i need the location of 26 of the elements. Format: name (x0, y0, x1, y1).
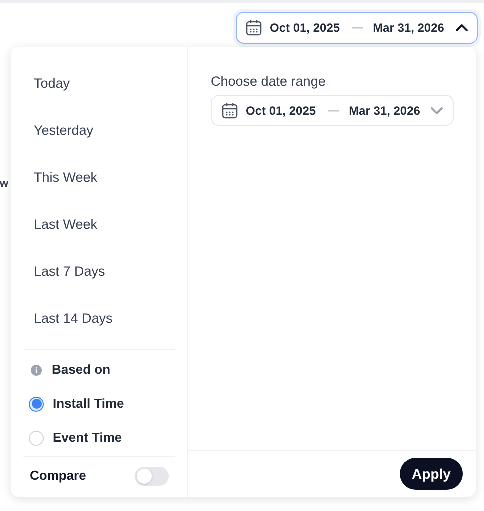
range-separator: — (328, 104, 340, 118)
preset-option[interactable]: Last 7 Days (21, 255, 177, 289)
preset-option[interactable]: Today (21, 67, 177, 101)
radio-label: Install Time (53, 395, 124, 414)
compare-toggle[interactable] (135, 466, 169, 486)
info-icon (31, 364, 42, 376)
based-on-label: Based on (52, 361, 111, 380)
date-range-field[interactable]: Oct 01, 2025 — Mar 31, 2026 (236, 12, 478, 44)
compare-label: Compare (30, 467, 86, 486)
radio-label: Event Time (53, 429, 122, 448)
end-date: Mar 31, 2026 (349, 102, 420, 120)
range-separator: — (352, 20, 364, 36)
end-date: Mar 31, 2026 (373, 20, 444, 37)
range-title: Choose date range (211, 73, 327, 91)
radio-button[interactable] (29, 396, 44, 412)
apply-button[interactable]: Apply (400, 458, 463, 490)
preset-option[interactable]: This Week (21, 161, 177, 195)
calendar-icon (245, 19, 263, 37)
date-range-field[interactable]: Oct 01, 2025 — Mar 31, 2026 (211, 95, 454, 126)
start-date: Oct 01, 2025 (270, 20, 340, 37)
preset-option[interactable]: Last Week (21, 208, 177, 242)
background-text: w (0, 177, 9, 192)
start-date: Oct 01, 2025 (246, 102, 316, 120)
calendar-icon (221, 102, 239, 120)
preset-option[interactable]: Last 14 Days (21, 302, 177, 336)
preset-option[interactable]: Yesterday (21, 114, 177, 148)
